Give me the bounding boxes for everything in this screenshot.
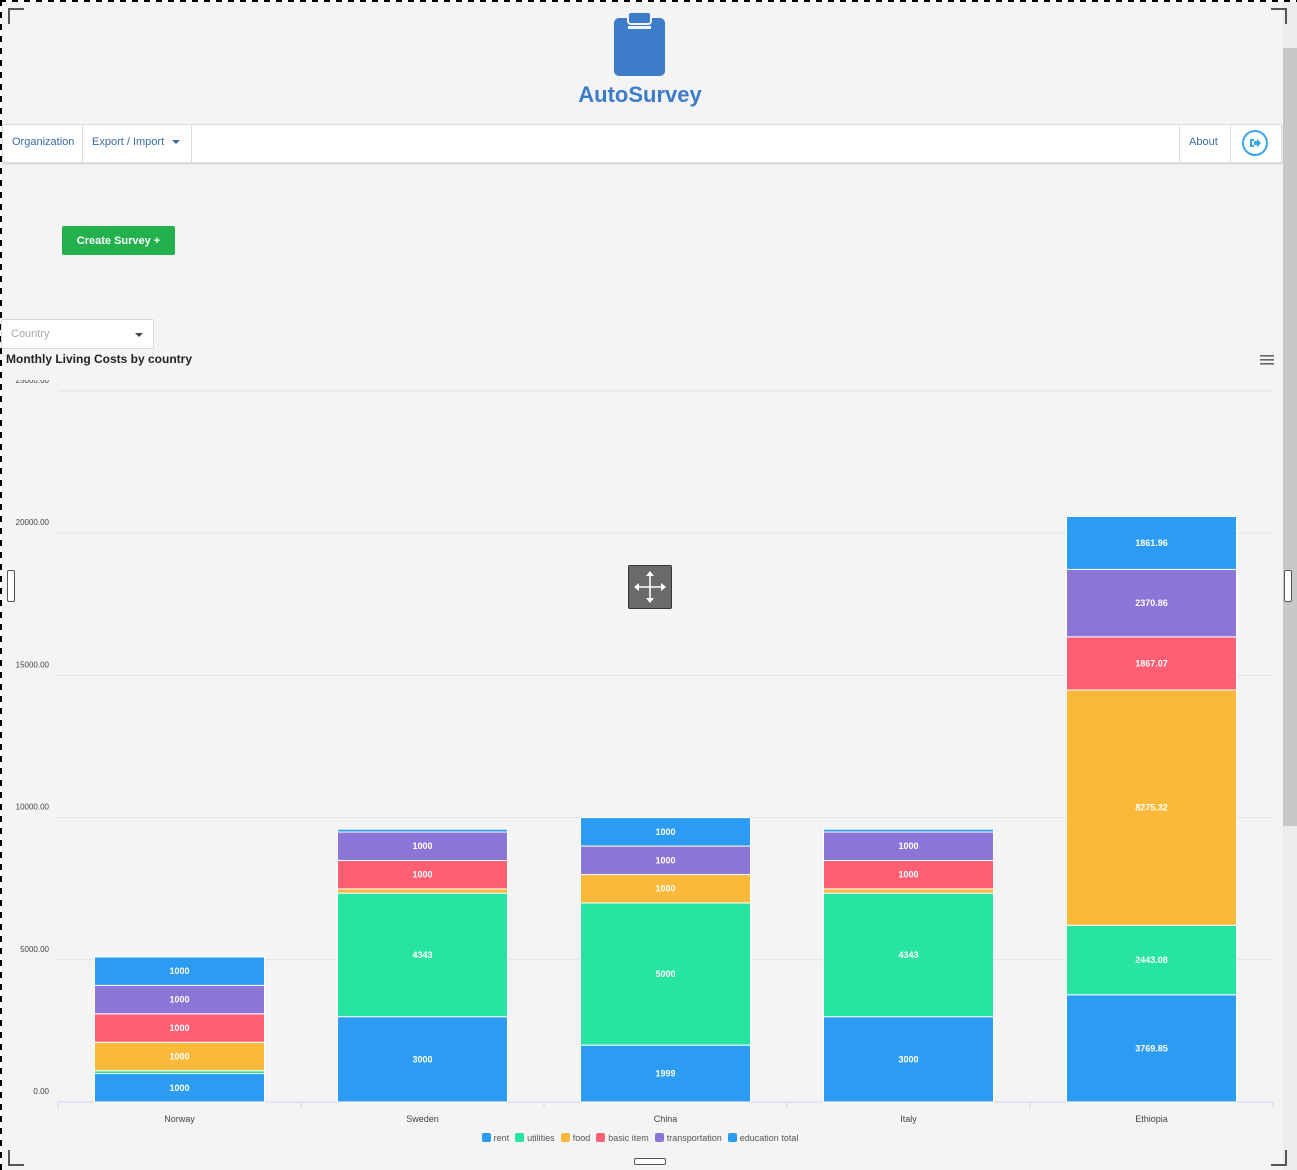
- caret-down-icon: [172, 140, 181, 145]
- legend-label: basic item: [608, 1133, 649, 1143]
- corner-marker: [1271, 1150, 1287, 1166]
- chart-menu-icon[interactable]: [1260, 355, 1274, 365]
- data-label: 1000: [655, 855, 675, 865]
- y-tick-label: 10000.00: [16, 803, 50, 812]
- data-label: 1000: [169, 1083, 189, 1093]
- legend-swatch: [596, 1133, 606, 1142]
- y-tick-label: 25000.00: [16, 380, 50, 385]
- data-label: 4343: [412, 950, 432, 960]
- corner-marker: [8, 8, 24, 24]
- data-label: 3000: [412, 1054, 432, 1064]
- clipboard-icon: [614, 12, 665, 76]
- nav-organization[interactable]: Organization: [3, 125, 83, 162]
- corner-marker: [1271, 8, 1287, 24]
- bar-segment: [337, 828, 508, 833]
- data-label: 5000: [655, 969, 675, 979]
- legend-swatch: [727, 1133, 737, 1142]
- x-tick-label: Norway: [164, 1114, 195, 1124]
- legend-swatch: [654, 1133, 664, 1142]
- bar-segment: [337, 888, 508, 894]
- x-tick-label: China: [654, 1114, 678, 1124]
- data-label: 1861.96: [1135, 538, 1168, 548]
- data-label: 1000: [898, 870, 918, 880]
- logout-icon: [1250, 138, 1261, 148]
- stacked-bar-chart: 0.00 5000.00 10000.00 15000.00 20000.00 25000…: [16, 380, 1274, 1124]
- legend-swatch: [560, 1133, 570, 1142]
- country-placeholder: Country: [11, 328, 50, 340]
- x-tick-label: Ethiopia: [1135, 1114, 1168, 1124]
- create-survey-button[interactable]: Create Survey +: [62, 226, 175, 255]
- x-tick-label: Sweden: [406, 1114, 439, 1124]
- nav-export-import[interactable]: Export / Import: [83, 125, 192, 162]
- data-label: 2443.08: [1135, 955, 1168, 965]
- data-label: 1000: [898, 841, 918, 851]
- data-label: 3000: [898, 1054, 918, 1064]
- legend-label: utilities: [527, 1133, 555, 1143]
- data-label: 8275.32: [1135, 803, 1168, 813]
- move-icon[interactable]: [628, 565, 672, 609]
- bar-segment: [823, 888, 994, 894]
- legend-item[interactable]: utilities: [515, 1133, 555, 1143]
- navbar: Organization Export / Import About: [2, 124, 1282, 163]
- data-label: 1000: [655, 884, 675, 894]
- legend-item[interactable]: education total: [727, 1133, 799, 1143]
- data-label: 1867.07: [1135, 658, 1168, 668]
- legend-item[interactable]: rent: [481, 1133, 510, 1143]
- legend-item[interactable]: transportation: [654, 1133, 722, 1143]
- chart-legend: rent utilities food basic item transportatio…: [0, 1133, 1280, 1143]
- country-select[interactable]: Country: [1, 319, 154, 349]
- resize-handle-right[interactable]: [1284, 570, 1292, 602]
- legend-swatch: [515, 1133, 525, 1142]
- y-tick-label: 5000.00: [20, 945, 49, 954]
- move-arrows-icon: [634, 571, 666, 603]
- data-label: 1000: [169, 1023, 189, 1033]
- scrollbar[interactable]: [1283, 48, 1297, 826]
- data-label: 1000: [169, 1051, 189, 1061]
- data-label: 1000: [412, 841, 432, 851]
- legend-label: rent: [493, 1133, 510, 1143]
- data-label: 1000: [412, 870, 432, 880]
- legend-label: education total: [739, 1133, 799, 1143]
- selection-border-top: [0, 0, 1297, 2]
- x-tick-label: Italy: [900, 1114, 917, 1124]
- resize-handle-bottom[interactable]: [634, 1158, 666, 1165]
- legend-item[interactable]: basic item: [596, 1133, 649, 1143]
- legend-swatch: [481, 1133, 491, 1142]
- data-label: 1000: [169, 995, 189, 1005]
- nav-export-import-label: Export / Import: [92, 136, 165, 148]
- brand-title: AutoSurvey: [578, 82, 702, 107]
- legend-label: transportation: [666, 1133, 722, 1143]
- data-label: 1999: [655, 1069, 675, 1079]
- data-label: 4343: [898, 950, 918, 960]
- logout-button[interactable]: [1242, 130, 1268, 156]
- legend-item[interactable]: food: [560, 1133, 591, 1143]
- data-label: 2370.86: [1135, 598, 1168, 608]
- y-tick-label: 20000.00: [16, 518, 50, 527]
- corner-marker: [8, 1150, 24, 1166]
- y-tick-label: 15000.00: [16, 660, 50, 669]
- y-tick-label: 0.00: [33, 1087, 49, 1096]
- chart-title: Monthly Living Costs by country: [6, 352, 193, 366]
- chevron-down-icon: [135, 333, 143, 337]
- legend-label: food: [572, 1133, 591, 1143]
- bar-segment: [823, 828, 994, 833]
- nav-about[interactable]: About: [1179, 125, 1231, 162]
- data-label: 3769.85: [1135, 1043, 1168, 1053]
- data-label: 1000: [169, 966, 189, 976]
- data-label: 1000: [655, 827, 675, 837]
